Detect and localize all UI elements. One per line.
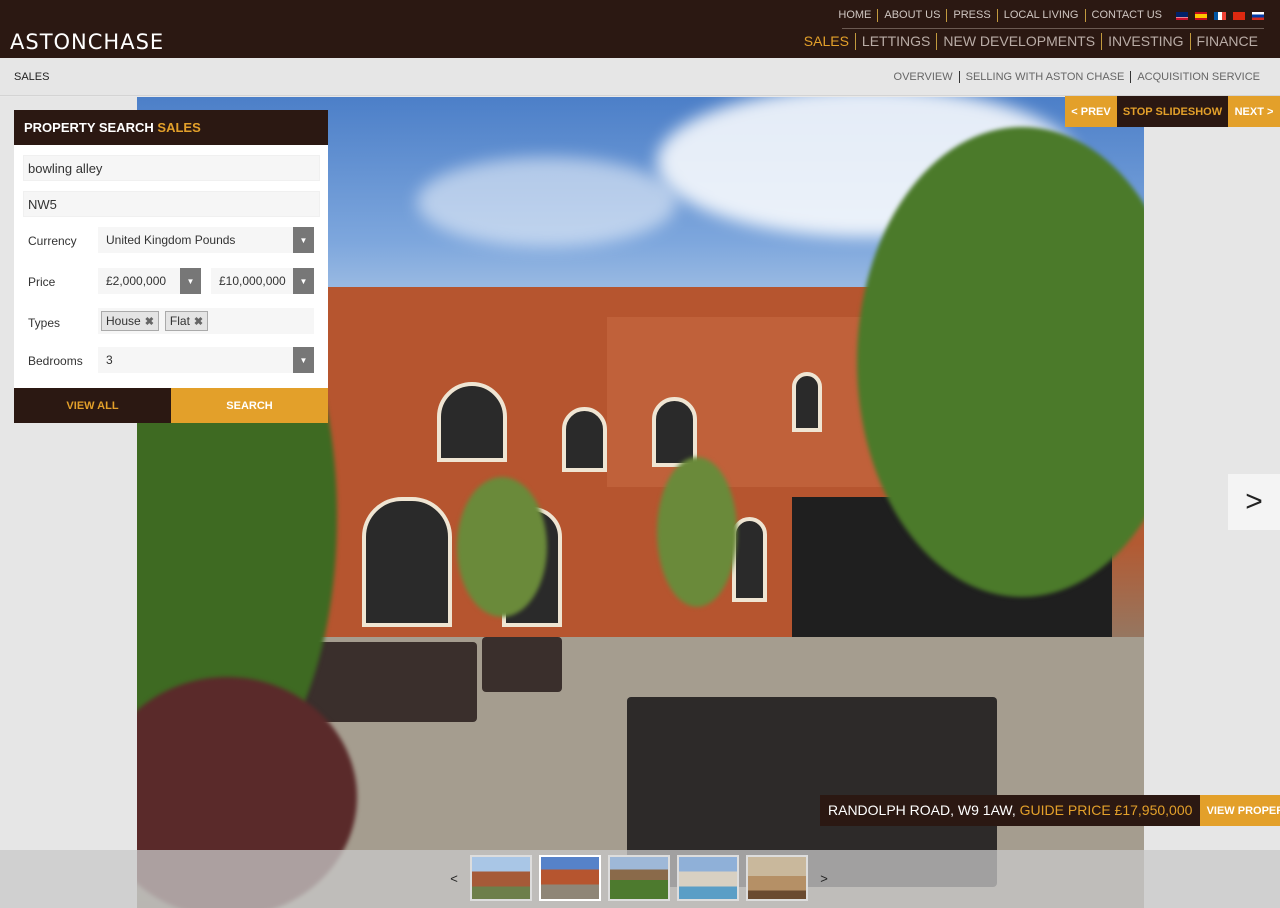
type-tag-label: Flat bbox=[169, 314, 190, 328]
mainnav-lettings[interactable]: LETTINGS bbox=[854, 33, 936, 50]
cloud bbox=[417, 157, 677, 247]
search-buttons: VIEW ALL SEARCH bbox=[14, 388, 328, 423]
keyword-input[interactable]: bowling alley bbox=[23, 155, 320, 181]
price-max-select[interactable]: £10,000,000 ▼ bbox=[211, 268, 314, 294]
search-button[interactable]: SEARCH bbox=[171, 388, 328, 423]
language-flags bbox=[1176, 11, 1264, 20]
site-logo[interactable]: ASTONCHASE bbox=[10, 30, 164, 54]
next-arrow-button[interactable]: > bbox=[1228, 474, 1280, 530]
type-tag-house: House ✖ bbox=[101, 311, 159, 331]
bedrooms-select[interactable]: 3 ▼ bbox=[98, 347, 314, 373]
next-slide-button[interactable]: NEXT > bbox=[1228, 96, 1280, 127]
uk-flag-icon[interactable] bbox=[1176, 11, 1188, 20]
chevron-down-icon: ▼ bbox=[293, 227, 314, 253]
mainnav-new-developments[interactable]: NEW DEVELOPMENTS bbox=[936, 33, 1101, 50]
spain-flag-icon[interactable] bbox=[1195, 11, 1207, 20]
section-title: SALES bbox=[14, 71, 50, 83]
arched-window bbox=[652, 397, 697, 467]
thumbnail[interactable] bbox=[608, 855, 670, 901]
site-header: ASTONCHASE HOME ABOUT US PRESS LOCAL LIV… bbox=[0, 0, 1280, 58]
sub-nav: OVERVIEW SELLING WITH ASTON CHASE ACQUIS… bbox=[888, 71, 1266, 83]
types-multiselect[interactable]: House ✖ Flat ✖ bbox=[98, 308, 314, 334]
arched-window bbox=[792, 372, 822, 432]
price-label: Price bbox=[28, 275, 56, 289]
topnav-home[interactable]: HOME bbox=[832, 9, 877, 22]
topnav-local-living[interactable]: LOCAL LIVING bbox=[996, 9, 1085, 22]
price-max-value: £10,000,000 bbox=[219, 274, 286, 288]
france-flag-icon[interactable] bbox=[1214, 11, 1226, 20]
bedrooms-value: 3 bbox=[106, 353, 113, 367]
subnav-selling[interactable]: SELLING WITH ASTON CHASE bbox=[958, 71, 1131, 83]
subnav-overview[interactable]: OVERVIEW bbox=[888, 71, 959, 83]
mainnav-investing[interactable]: INVESTING bbox=[1101, 33, 1189, 50]
search-form: bowling alley NW5 Currency United Kingdo… bbox=[14, 145, 328, 388]
topnav-contact-us[interactable]: CONTACT US bbox=[1084, 9, 1169, 22]
search-title-text: PROPERTY SEARCH bbox=[24, 120, 154, 135]
arched-window bbox=[362, 497, 452, 627]
property-address: RANDOLPH ROAD, W9 1AW, bbox=[828, 802, 1016, 818]
view-property-button[interactable]: VIEW PROPERTY bbox=[1200, 795, 1280, 826]
remove-tag-icon[interactable]: ✖ bbox=[145, 315, 154, 328]
thumbs-prev-button[interactable]: < bbox=[445, 871, 463, 886]
nav-divider bbox=[842, 28, 1264, 29]
search-panel-title: PROPERTY SEARCH SALES bbox=[14, 110, 328, 145]
prev-slide-button[interactable]: < PREV bbox=[1065, 96, 1117, 127]
currency-label: Currency bbox=[28, 234, 77, 248]
price-min-select[interactable]: £2,000,000 ▼ bbox=[98, 268, 201, 294]
top-nav: HOME ABOUT US PRESS LOCAL LIVING CONTACT… bbox=[832, 9, 1264, 22]
chevron-down-icon: ▼ bbox=[293, 347, 314, 373]
property-search-panel: PROPERTY SEARCH SALES bowling alley NW5 … bbox=[14, 110, 328, 423]
mainnav-finance[interactable]: FINANCE bbox=[1189, 33, 1264, 50]
currency-value: United Kingdom Pounds bbox=[106, 233, 236, 247]
main-nav: SALES LETTINGS NEW DEVELOPMENTS INVESTIN… bbox=[798, 33, 1264, 50]
stop-slideshow-button[interactable]: STOP SLIDESHOW bbox=[1117, 96, 1228, 127]
arched-window bbox=[437, 382, 507, 462]
potted-tree bbox=[457, 477, 547, 617]
chevron-down-icon: ▼ bbox=[180, 268, 201, 294]
price-min-value: £2,000,000 bbox=[106, 274, 167, 288]
outdoor-chair bbox=[482, 637, 562, 692]
thumbnail[interactable] bbox=[677, 855, 739, 901]
topnav-press[interactable]: PRESS bbox=[946, 9, 996, 22]
thumbnail-list: < > bbox=[445, 855, 833, 901]
property-price: GUIDE PRICE £17,950,000 bbox=[1019, 802, 1193, 818]
mainnav-sales[interactable]: SALES bbox=[798, 33, 855, 50]
type-tag-flat: Flat ✖ bbox=[164, 311, 209, 331]
remove-tag-icon[interactable]: ✖ bbox=[194, 315, 203, 328]
arched-window bbox=[732, 517, 767, 602]
thumbnail[interactable] bbox=[470, 855, 532, 901]
bedrooms-label: Bedrooms bbox=[28, 354, 83, 368]
subnav-acquisition[interactable]: ACQUISITION SERVICE bbox=[1130, 71, 1266, 83]
currency-select[interactable]: United Kingdom Pounds ▼ bbox=[98, 227, 314, 253]
thumbnail[interactable] bbox=[746, 855, 808, 901]
topnav-about-us[interactable]: ABOUT US bbox=[877, 9, 946, 22]
view-all-button[interactable]: VIEW ALL bbox=[14, 388, 171, 423]
search-title-accent: SALES bbox=[157, 120, 201, 135]
thumbs-next-button[interactable]: > bbox=[815, 871, 833, 886]
chevron-down-icon: ▼ bbox=[293, 268, 314, 294]
slideshow-controls: < PREV STOP SLIDESHOW NEXT > bbox=[1065, 96, 1280, 127]
types-label: Types bbox=[28, 316, 61, 330]
arched-window bbox=[562, 407, 607, 472]
russia-flag-icon[interactable] bbox=[1252, 11, 1264, 20]
potted-tree bbox=[657, 457, 737, 607]
thumbnail[interactable] bbox=[539, 855, 601, 901]
thumbnail-strip: < > bbox=[0, 850, 1280, 908]
sub-nav-bar: SALES OVERVIEW SELLING WITH ASTON CHASE … bbox=[0, 58, 1280, 96]
property-caption: RANDOLPH ROAD, W9 1AW, GUIDE PRICE £17,9… bbox=[820, 795, 1280, 826]
property-caption-text: RANDOLPH ROAD, W9 1AW, GUIDE PRICE £17,9… bbox=[820, 795, 1201, 826]
location-input[interactable]: NW5 bbox=[23, 191, 320, 217]
china-flag-icon[interactable] bbox=[1233, 11, 1245, 20]
type-tag-label: House bbox=[106, 314, 141, 328]
